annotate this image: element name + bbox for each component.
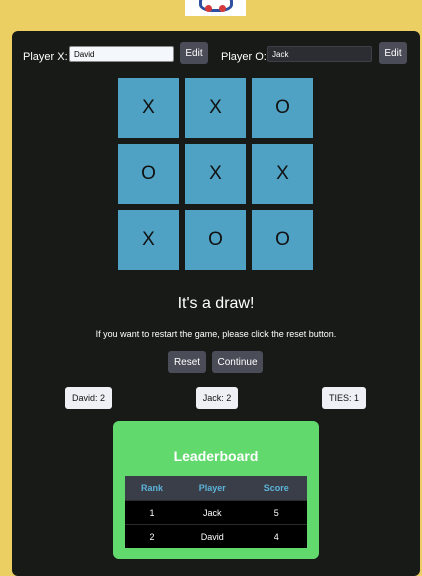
score-cell: 4 [245,524,307,548]
reset-button[interactable]: Reset [168,351,206,373]
column-header-score: Score [245,476,307,501]
continue-button[interactable]: Continue [212,351,263,373]
board-cell[interactable]: O [252,78,313,138]
board-cell[interactable]: X [252,144,313,204]
leaderboard-table: Rank Player Score 1 Jack 5 2 David 4 [125,476,307,548]
player-cell: Jack [179,500,246,525]
leaderboard-panel: Leaderboard Rank Player Score 1 Jack 5 2… [113,421,319,559]
game-board: X X O O X X X O O [118,78,313,270]
board-cell[interactable]: X [185,144,246,204]
ties-score: TIES: 1 [322,387,366,409]
player-o-name-input[interactable] [267,46,372,62]
table-row: 1 Jack 5 [125,500,307,525]
score-cell: 5 [245,500,307,525]
player-x-edit-button[interactable]: Edit [180,42,208,64]
game-status-message: It's a draw! [177,295,255,312]
leaderboard-title: Leaderboard [173,448,259,464]
game-logo [185,0,246,16]
column-header-player: Player [179,476,246,501]
player-o-edit-button[interactable]: Edit [379,42,407,64]
board-cell[interactable]: O [118,144,179,204]
board-cell[interactable]: X [185,78,246,138]
board-cell[interactable]: O [252,210,313,270]
player-o-score: Jack: 2 [196,387,238,409]
logo-ring-icon [199,0,233,12]
logo-dot-icon [219,5,226,12]
player-o-label: Player O: [221,51,267,63]
rank-cell: 1 [125,500,180,525]
player-x-name-input[interactable] [69,46,174,62]
column-header-rank: Rank [125,476,180,501]
player-x-label: Player X: [23,51,68,63]
leaderboard-header-row: Rank Player Score [125,476,307,501]
board-cell[interactable]: X [118,78,179,138]
board-cell[interactable]: X [118,210,179,270]
board-cell[interactable]: O [185,210,246,270]
table-row: 2 David 4 [125,524,307,548]
logo-dot-icon [205,5,212,12]
player-x-score: David: 2 [65,387,112,409]
player-cell: David [179,524,246,548]
game-panel: Player X: Edit Player O: Edit X X O O X … [12,31,420,576]
rank-cell: 2 [125,524,180,548]
restart-hint-text: If you want to restart the game, please … [95,329,337,339]
